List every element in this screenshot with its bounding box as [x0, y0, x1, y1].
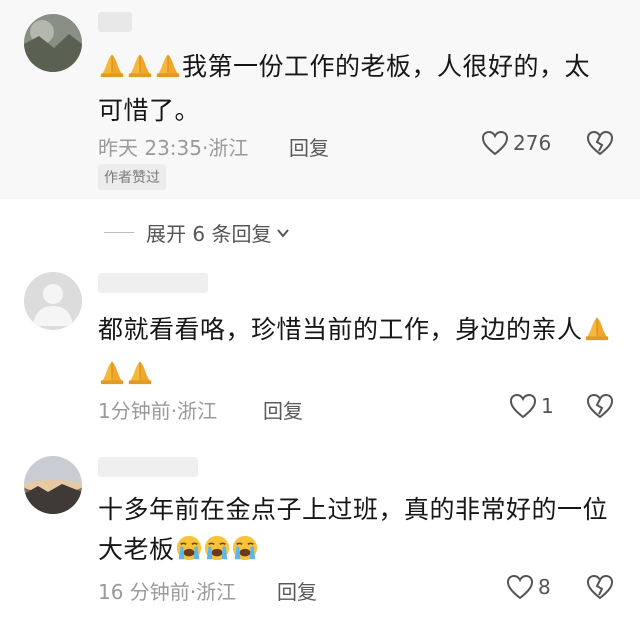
comment-text-line: 可惜了。 — [98, 96, 201, 125]
comment-time: 昨天 23:35 — [98, 136, 202, 160]
comment-text-line: 十多年前在金点子上过班，真的非常好的一位 — [98, 495, 609, 524]
folded-hands-icon — [98, 358, 126, 398]
heart-icon — [506, 574, 534, 600]
loudly-crying-face-icon — [175, 534, 203, 574]
dislike-button[interactable] — [586, 130, 614, 160]
avatar[interactable] — [24, 456, 82, 514]
comment-text: 都就看看咯，珍惜当前的工作，身边的亲人 — [98, 310, 611, 398]
broken-heart-icon — [586, 393, 614, 419]
comment-meta: 1分钟前·浙江 — [98, 395, 217, 424]
like-count: 1 — [541, 394, 554, 418]
comment-text-line: 大老板 — [98, 535, 175, 564]
comment-text-line: 都就看看咯，珍惜当前的工作，身边的亲人 — [98, 315, 583, 344]
like-count: 8 — [538, 575, 551, 599]
broken-heart-icon — [586, 574, 614, 600]
folded-hands-icon — [126, 51, 154, 91]
reply-button[interactable]: 回复 — [277, 576, 317, 605]
like-button[interactable]: 8 — [506, 574, 551, 600]
like-count: 276 — [513, 131, 552, 155]
folded-hands-icon — [583, 314, 611, 354]
username[interactable] — [98, 12, 132, 32]
expand-replies-button[interactable]: 展开 6 条回复 — [104, 218, 291, 247]
avatar[interactable] — [24, 272, 82, 330]
comment-location: 浙江 — [196, 580, 237, 604]
loudly-crying-face-icon — [231, 534, 259, 574]
reply-button[interactable]: 回复 — [263, 395, 303, 424]
chevron-down-icon — [277, 228, 290, 238]
expand-replies-label: 展开 6 条回复 — [146, 222, 272, 246]
broken-heart-icon — [586, 130, 614, 156]
comment-location: 浙江 — [208, 136, 249, 160]
divider — [104, 232, 134, 233]
comment-location: 浙江 — [177, 399, 218, 423]
comment-text: 十多年前在金点子上过班，真的非常好的一位 大老板 — [98, 490, 608, 574]
username[interactable] — [98, 273, 208, 293]
comment-text-line: 我第一份工作的老板，人很好的，太 — [182, 52, 591, 81]
comment-meta: 16 分钟前·浙江 — [98, 576, 236, 605]
like-button[interactable]: 276 — [481, 130, 551, 156]
folded-hands-icon — [126, 358, 154, 398]
like-button[interactable]: 1 — [509, 393, 554, 419]
folded-hands-icon — [154, 51, 182, 91]
dislike-button[interactable] — [586, 393, 614, 423]
reply-button[interactable]: 回复 — [289, 132, 329, 161]
loudly-crying-face-icon — [203, 534, 231, 574]
comment-meta: 昨天 23:35·浙江 — [98, 132, 248, 161]
heart-icon — [481, 130, 509, 156]
folded-hands-icon — [98, 51, 126, 91]
comment-time: 1分钟前 — [98, 399, 171, 423]
heart-icon — [509, 393, 537, 419]
username[interactable] — [98, 457, 198, 477]
author-liked-badge: 作者赞过 — [98, 164, 166, 190]
avatar[interactable] — [24, 14, 82, 72]
comment-time: 16 分钟前 — [98, 580, 190, 604]
comment-text: 我第一份工作的老板，人很好的，太 可惜了。 — [98, 47, 590, 131]
dislike-button[interactable] — [586, 574, 614, 604]
